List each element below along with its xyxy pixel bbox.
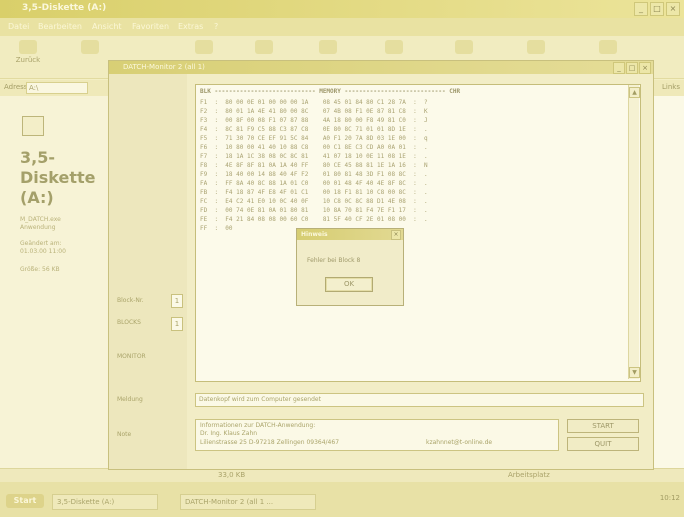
memory-row: F9 : 18 40 00 14 88 40 4F F2 01 80 81 48… [200,171,428,178]
scroll-down-icon[interactable]: ▼ [629,367,640,378]
menu-tools[interactable]: Extras [178,22,203,31]
info-line: Dr. Ing. Klaus Zahn [200,430,258,437]
history-icon [385,40,403,54]
dialog-title: Hinweis [301,231,328,238]
blocks-field[interactable]: 1 [171,317,183,331]
ok-button[interactable]: OK [325,277,373,292]
dialog-close-icon[interactable]: × [391,230,401,240]
quit-button[interactable]: QUIT [567,437,639,451]
start-button[interactable]: Start [6,494,44,508]
history-button[interactable] [374,40,414,56]
modified-label: Geändert am: [20,240,62,247]
taskbar-app-button[interactable]: DATCH-Monitor 2 (all 1 ... [180,494,316,510]
views-button[interactable] [588,40,628,56]
up-button[interactable] [184,40,224,56]
file-size: Größe: 56 KB [20,266,60,273]
memory-row: F1 : 80 00 0E 01 00 00 00 1A 08 45 01 84… [200,99,428,106]
views-icon [599,40,617,54]
close-icon[interactable]: × [666,2,680,16]
folder-icon [319,40,337,54]
memory-row: FB : F4 18 87 4F E8 4F 01 C1 00 18 F1 81… [200,189,428,196]
app-title: DATCH-Monitor 2 (all 1) [123,63,205,71]
menu-view[interactable]: Ansicht [92,22,122,31]
memory-row: F5 : 71 30 70 CE EF 91 5C 84 A0 F1 20 7A… [200,135,428,142]
file-type: Anwendung [20,224,56,231]
back-button[interactable]: Zurück [8,40,48,64]
memory-row: FE : F4 21 84 08 08 00 60 C0 81 5F 40 CF… [200,216,428,223]
menu-edit[interactable]: Bearbeiten [38,22,82,31]
file-name: M_DATCH.exe [20,216,61,223]
memory-row: F3 : 00 8F 00 08 F1 07 87 88 4A 18 80 00… [200,117,428,124]
search-button[interactable] [244,40,284,56]
memory-row: F4 : 8C 81 F9 C5 88 C3 87 C8 0E 80 8C 71… [200,126,428,133]
memory-row: FC : E4 C2 41 E0 10 0C 40 0F 10 C8 0C 8C… [200,198,428,205]
memory-row: F6 : 10 80 00 41 40 10 88 C8 00 C1 8E C3… [200,144,428,151]
app-close-icon[interactable]: × [639,62,651,74]
taskbar-explorer-button[interactable]: 3,5-Diskette (A:) [52,494,158,510]
alert-dialog: Hinweis × Fehler bei Block 8 OK [296,228,404,306]
menu-help[interactable]: ? [214,22,218,31]
block-nr-field[interactable]: 1 [171,294,183,308]
note-label: Note [117,431,132,438]
blocks-label: BLOCKS [117,319,141,326]
memory-row: F8 : 4E 8F 8F 81 0A 1A 40 FF 80 CE 45 88… [200,162,428,169]
app-left-panel [109,74,187,469]
folders-button[interactable] [308,40,348,56]
delete-button[interactable] [516,40,556,56]
forward-arrow-icon [81,40,99,54]
move-button[interactable] [444,40,484,56]
modified-date: 01.03.00 11:00 [20,248,66,255]
explorer-menu-bar: Datei Bearbeiten Ansicht Favoriten Extra… [0,18,684,36]
info-email: kzahnnet@t-online.de [426,439,493,446]
scroll-up-icon[interactable]: ▲ [629,87,640,98]
tray-clock: 10:12 [659,494,680,502]
info-line: Lilienstrasse 25 D-97218 Zellingen 09364… [200,439,340,446]
explorer-title: 3,5-Diskette (A:) [22,3,107,13]
minimize-icon[interactable]: _ [634,2,648,16]
move-icon [455,40,473,54]
menu-favorites[interactable]: Favoriten [132,22,169,31]
monitor-label: MONITOR [117,353,146,360]
message-field[interactable]: Datenkopf wird zum Computer gesendet [195,393,644,407]
folder-up-icon [195,40,213,54]
block-nr-label: Block-Nr. [117,297,144,304]
status-bar: 33,0 KB Arbeitsplatz [0,468,684,483]
app-title-bar: DATCH-Monitor 2 (all 1) _ □ × [109,61,653,74]
memory-row: F2 : 80 01 1A 4E 41 80 00 8C 07 4B 08 F1… [200,108,428,115]
info-box: Informationen zur DATCH-Anwendung: Dr. I… [195,419,559,451]
status-size: 33,0 KB [218,471,246,479]
memory-row: F7 : 18 1A 1C 38 08 0C 8C 81 41 07 18 10… [200,153,428,160]
explorer-title-bar: 3,5-Diskette (A:) _ □ × [0,0,684,18]
links-label[interactable]: Links [662,83,680,91]
maximize-icon[interactable]: □ [650,2,664,16]
memory-row: FA : FF 8A 40 8C 88 1A 01 C0 00 01 48 4F… [200,180,428,187]
search-icon [255,40,273,54]
delete-icon [527,40,545,54]
start-button-app[interactable]: START [567,419,639,433]
monitor-header: BLK ---------------------------- MEMORY … [200,88,461,95]
explorer-right-pane [650,96,684,468]
info-line: Informationen zur DATCH-Anwendung: [200,422,316,429]
app-maximize-icon[interactable]: □ [626,62,638,74]
back-arrow-icon [19,40,37,54]
monitor-scrollbar[interactable]: ▲ ▼ [628,85,640,379]
address-input[interactable]: A:\ [26,82,88,94]
taskbar: Start 3,5-Diskette (A:) DATCH-Monitor 2 … [0,482,684,517]
memory-monitor[interactable]: BLK ---------------------------- MEMORY … [195,84,641,382]
memory-row: FF : 00 [200,225,233,232]
app-minimize-icon[interactable]: _ [613,62,625,74]
memory-row: FD : 00 74 0E 81 0A 01 80 81 10 8A 70 81… [200,207,428,214]
drive-title: 3,5-Diskette (A:) [20,148,96,207]
forward-button[interactable] [70,40,110,56]
status-location: Arbeitsplatz [508,471,550,479]
dialog-title-bar: Hinweis × [297,229,403,240]
floppy-drive-icon [22,116,44,136]
dialog-message: Fehler bei Block 8 [307,257,361,264]
menu-file[interactable]: Datei [8,22,29,31]
message-label: Meldung [117,396,143,403]
